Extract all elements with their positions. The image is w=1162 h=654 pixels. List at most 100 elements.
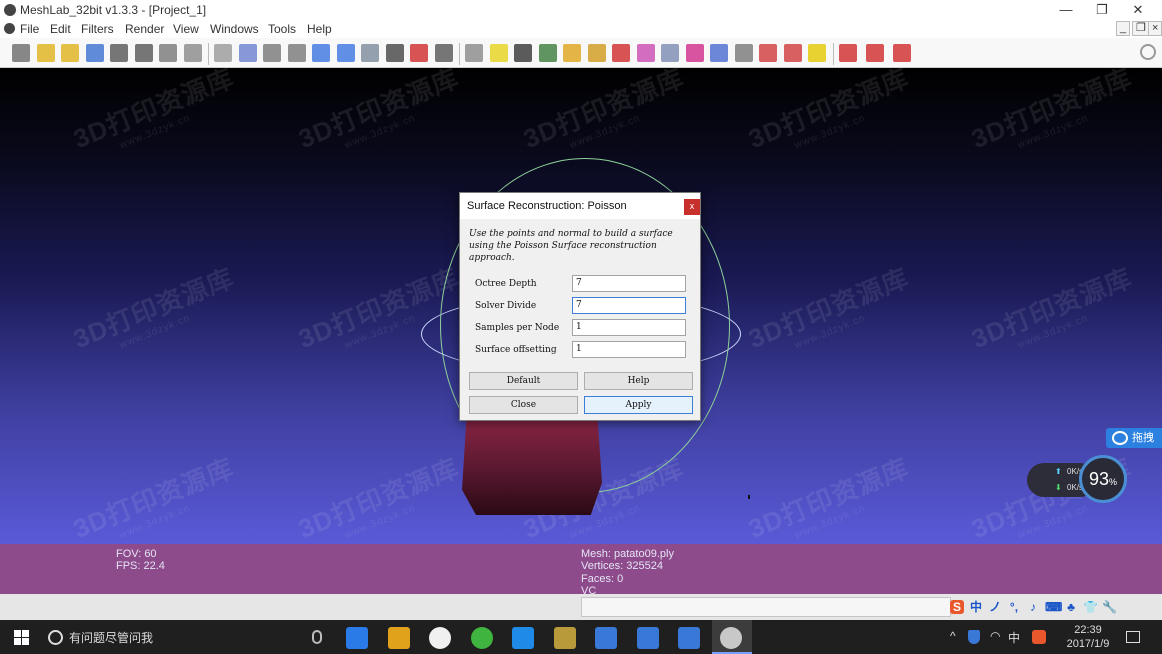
minimize-button[interactable]: — — [1048, 0, 1084, 20]
menu-render[interactable]: Render — [125, 22, 164, 36]
ime-tool-6-icon[interactable]: 👕 — [1083, 600, 1098, 614]
ime-tool-5-icon[interactable]: ♣ — [1064, 600, 1078, 614]
wifi-icon[interactable]: ◠ — [990, 629, 1000, 643]
delete-vertex-icon[interactable] — [865, 44, 884, 62]
menu-filters[interactable]: Filters — [81, 22, 114, 36]
app-game-icon[interactable] — [553, 627, 576, 649]
dialog-titlebar[interactable]: Surface Reconstruction: Poisson x — [460, 193, 700, 219]
restore-button[interactable]: ❐ — [1084, 0, 1120, 20]
reload-icon[interactable] — [85, 44, 104, 62]
reference-icon[interactable] — [710, 44, 728, 62]
network-speed-widget[interactable]: ⬆ 0K/s ⬇ 0K/s 93% — [1027, 455, 1127, 507]
ime-tool-2-icon[interactable]: °, — [1007, 600, 1021, 614]
menu-view[interactable]: View — [173, 22, 199, 36]
select-vertex-icon[interactable] — [734, 44, 753, 62]
menu-help[interactable]: Help — [307, 22, 332, 36]
sogou-tray-icon[interactable] — [1032, 630, 1046, 644]
brush-icon[interactable] — [612, 44, 630, 62]
help-button[interactable]: Help — [584, 372, 693, 390]
clock-time: 22:39 — [1074, 624, 1102, 636]
open-file-icon[interactable] — [61, 44, 79, 62]
dialog-description: Use the points and normal to build a sur… — [469, 229, 673, 263]
ime-tool-7-icon[interactable]: 🔧 — [1102, 600, 1117, 614]
menu-edit[interactable]: Edit — [50, 22, 71, 36]
start-button[interactable] — [14, 630, 29, 645]
light-icon[interactable] — [183, 44, 202, 62]
info-icon[interactable] — [808, 44, 826, 62]
pickpoints-icon[interactable] — [636, 44, 655, 62]
paint-icon[interactable] — [587, 44, 606, 62]
color-icon[interactable] — [410, 44, 428, 62]
samples-per-node-input[interactable]: 1 — [572, 319, 686, 336]
close-window-button[interactable]: ✕ — [1120, 0, 1156, 20]
flat-lines-icon[interactable] — [287, 44, 306, 62]
lighting-bulb-icon[interactable] — [385, 44, 404, 62]
search-icon[interactable] — [1140, 44, 1156, 60]
raster-icon[interactable] — [514, 44, 532, 62]
mdi-minimize-button[interactable]: _ — [1116, 21, 1131, 36]
smooth-icon[interactable] — [336, 44, 355, 62]
fov-readout: FOV: 60 — [116, 548, 157, 560]
apply-button[interactable]: Apply — [584, 396, 693, 414]
measure-icon[interactable] — [685, 44, 704, 62]
clock[interactable]: 22:39 2017/1/9 — [1062, 623, 1114, 651]
layers-icon[interactable] — [159, 44, 177, 62]
annotate-icon[interactable] — [489, 44, 508, 62]
ime-toolbar[interactable]: S 中ノ °, ♪ ⌨ ♣ 👕 🔧 — [950, 597, 1117, 617]
select-connected-icon[interactable] — [783, 44, 802, 62]
mdi-close-button[interactable]: × — [1148, 21, 1162, 36]
mesh-info-icon[interactable] — [538, 44, 557, 62]
cloud-icon — [1112, 431, 1128, 445]
trackball-icon[interactable] — [465, 44, 483, 62]
qq-icon[interactable] — [429, 627, 451, 649]
surface-offsetting-input[interactable]: 1 — [572, 341, 686, 358]
log-field[interactable] — [581, 597, 951, 617]
watermark: 3D打印资源库www.3dzyk.cn — [67, 58, 243, 166]
wps-icon[interactable] — [595, 627, 617, 649]
edge-icon[interactable] — [346, 627, 368, 649]
default-button[interactable]: Default — [469, 372, 578, 390]
new-project-icon[interactable] — [12, 44, 30, 62]
main-toolbar — [0, 38, 1162, 68]
save-icon[interactable] — [110, 44, 128, 62]
menu-tools[interactable]: Tools — [268, 22, 296, 36]
open-project-icon[interactable] — [36, 44, 55, 62]
cloud-drag-tab[interactable]: 拖拽 — [1106, 428, 1162, 448]
stray-point — [748, 495, 750, 499]
ime-lang-indicator[interactable]: 中 — [1008, 629, 1020, 646]
gauge-unit: % — [1109, 477, 1118, 487]
microphone-icon[interactable] — [312, 630, 322, 644]
octree-depth-input[interactable]: 7 — [572, 275, 686, 292]
wireframe-icon[interactable] — [263, 44, 281, 62]
vertex-count: Vertices: 325524 — [581, 560, 663, 572]
file-explorer-icon[interactable] — [387, 627, 410, 649]
ime-tool-0-icon[interactable]: 中 — [969, 600, 983, 614]
dialog-close-button[interactable]: x — [684, 199, 700, 215]
texture-icon[interactable] — [361, 44, 379, 62]
axis-icon[interactable] — [563, 44, 581, 62]
points-icon[interactable] — [238, 44, 257, 62]
close-button[interactable]: Close — [469, 396, 578, 414]
wechat-icon[interactable] — [470, 627, 493, 649]
browser-icon[interactable] — [512, 627, 534, 649]
ime-tool-1-icon[interactable]: ノ — [988, 600, 1002, 614]
sogou-ime-icon[interactable]: S — [950, 600, 964, 614]
watermark: 3D打印资源库www.3dzyk.cn — [517, 58, 693, 166]
snapshot-icon[interactable] — [134, 44, 153, 62]
security-tray-icon[interactable] — [968, 630, 980, 644]
ime-tool-4-icon[interactable]: ⌨ — [1045, 600, 1062, 614]
notification-center-icon[interactable] — [1126, 631, 1140, 643]
delete-face-icon[interactable] — [838, 44, 857, 62]
select-face-icon[interactable] — [759, 44, 777, 62]
watermark: 3D打印资源库www.3dzyk.cn — [292, 58, 468, 166]
flat-icon[interactable] — [312, 44, 330, 62]
menu-file[interactable]: File — [20, 22, 39, 36]
solver-divide-input[interactable]: 7 — [572, 297, 686, 314]
meshlab-icon[interactable] — [719, 627, 742, 649]
cortana-search[interactable]: 有问题尽管问我 — [48, 629, 153, 646]
cloud-icon[interactable] — [678, 627, 700, 649]
menu-windows[interactable]: Windows — [210, 22, 259, 36]
security-icon[interactable] — [636, 627, 659, 649]
tray-overflow-chevron[interactable]: ^ — [950, 629, 956, 643]
ime-tool-3-icon[interactable]: ♪ — [1026, 600, 1040, 614]
